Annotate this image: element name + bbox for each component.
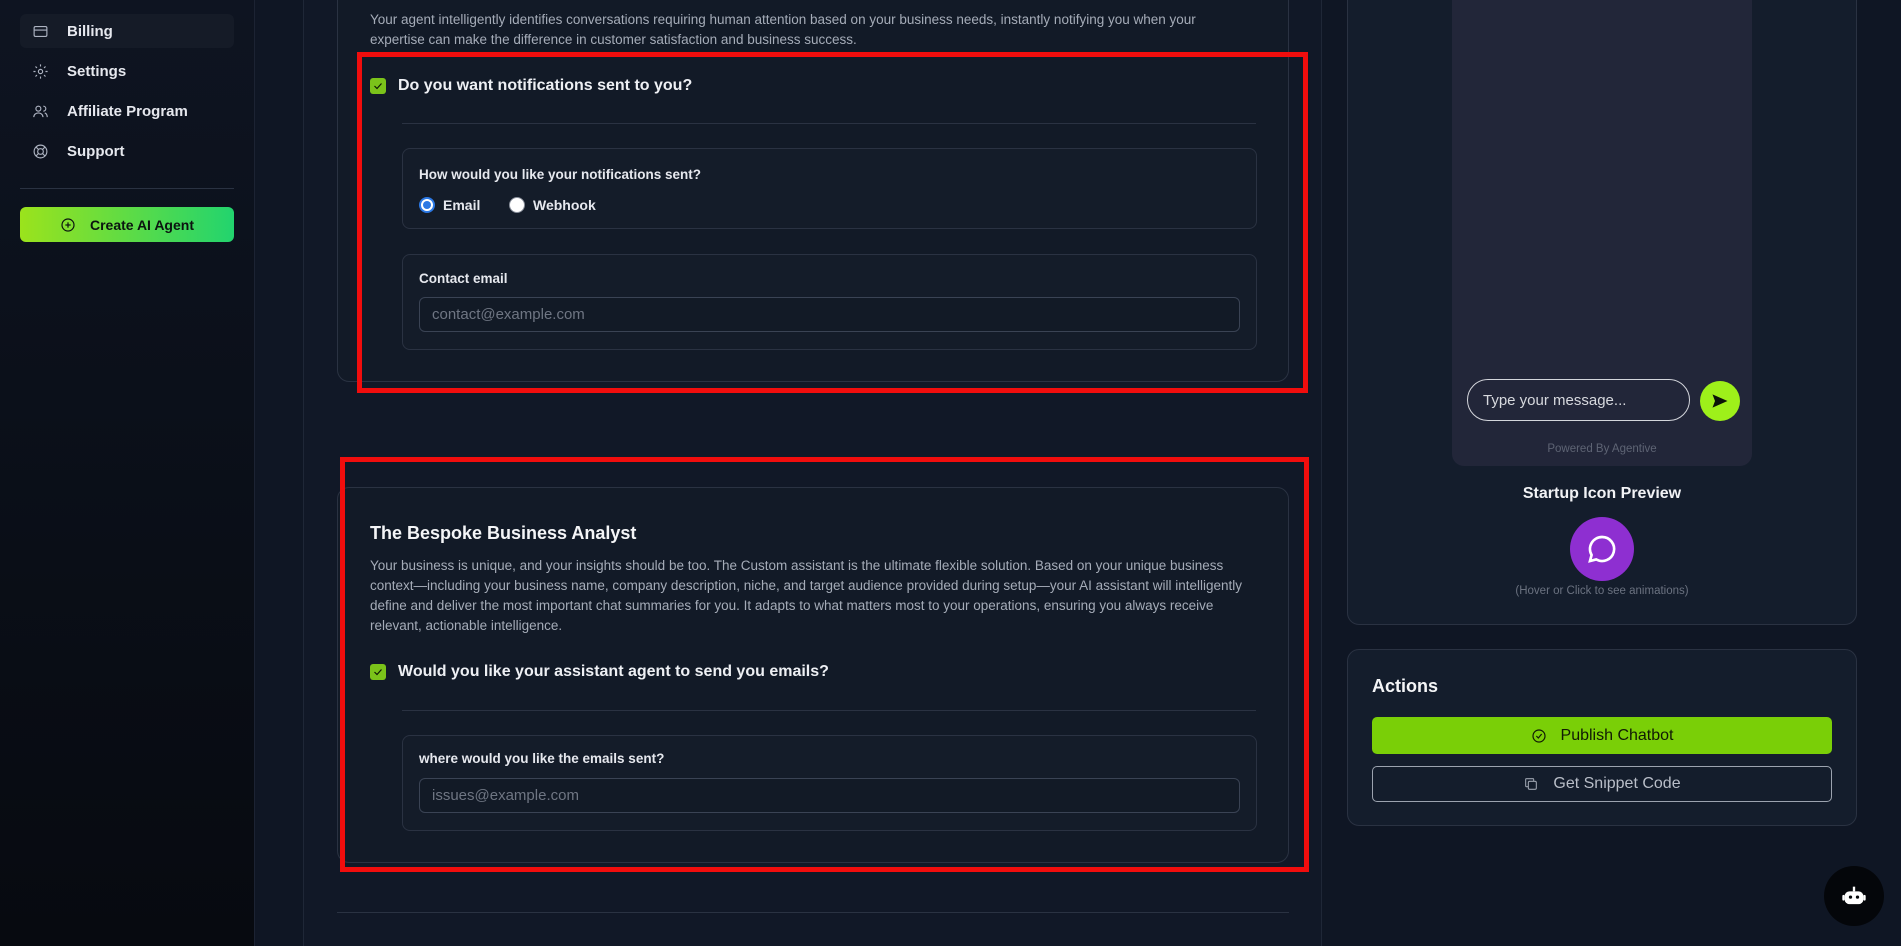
sidebar-divider [20,188,234,189]
check-circle-icon [1531,728,1546,743]
chat-bubble-icon [1588,535,1616,563]
highlight-box-notifications [357,52,1308,393]
lifebuoy-icon [33,144,48,158]
credit-card-icon [33,25,48,37]
sidebar: Billing Settings Affiliate Program Suppo… [0,0,255,946]
get-snippet-code-button[interactable]: Get Snippet Code [1372,766,1832,802]
send-button[interactable] [1700,381,1740,421]
notifications-intro: Your agent intelligently identifies conv… [370,12,1196,47]
users-icon [33,105,48,117]
sidebar-item-label: Support [67,142,125,160]
actions-title: Actions [1372,676,1439,696]
sidebar-item-label: Settings [67,62,127,80]
sidebar-item-support[interactable]: Support [20,134,234,168]
sidebar-item-label: Affiliate Program [67,102,188,120]
hover-hint-text: (Hover or Click to see animations) [1515,585,1689,597]
plus-circle-icon [61,217,75,232]
highlight-box-analyst [340,457,1309,872]
chat-message-placeholder: Type your message... [1483,391,1627,409]
sidebar-item-label: Billing [67,22,113,40]
create-ai-agent-label: Create AI Agent [90,216,194,233]
copy-icon [1525,778,1538,790]
sidebar-item-settings[interactable]: Settings [20,54,234,88]
get-snippet-code-label: Get Snippet Code [1553,775,1681,792]
powered-by-text: Powered By Agentive [1547,443,1657,455]
create-ai-agent-button[interactable]: Create AI Agent [20,207,234,242]
chat-message-input[interactable]: Type your message... [1467,379,1690,421]
startup-chat-icon[interactable] [1570,517,1634,581]
publish-chatbot-label: Publish Chatbot [1560,726,1674,744]
sidebar-item-affiliate[interactable]: Affiliate Program [20,94,234,128]
chatbot-launcher-button[interactable] [1824,866,1884,926]
divider [337,912,1289,913]
send-icon [1712,394,1728,408]
sidebar-item-billing[interactable]: Billing [20,14,234,48]
publish-chatbot-button[interactable]: Publish Chatbot [1372,717,1832,754]
robot-icon [1842,886,1866,905]
startup-icon-preview-title: Startup Icon Preview [1522,485,1682,502]
gear-icon [33,63,48,79]
